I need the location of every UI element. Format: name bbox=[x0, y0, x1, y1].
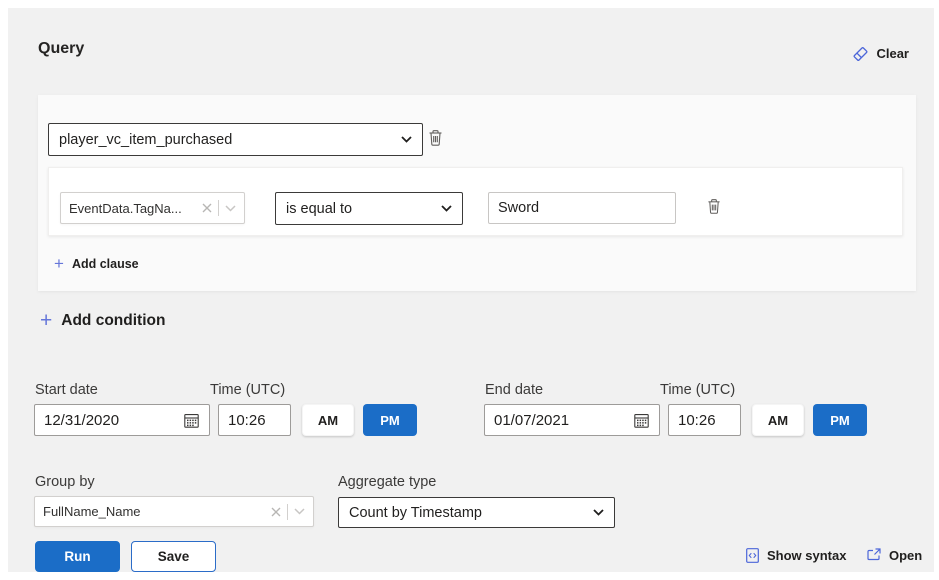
end-date-field bbox=[484, 404, 660, 436]
code-document-icon bbox=[745, 547, 760, 564]
start-time-input[interactable] bbox=[218, 404, 291, 436]
query-panel: Query Clear player_vc_item_purchased bbox=[8, 8, 934, 572]
end-time-label: Time (UTC) bbox=[660, 382, 735, 398]
show-syntax-label: Show syntax bbox=[767, 548, 846, 563]
x-dismiss-icon[interactable] bbox=[271, 507, 281, 517]
end-pm-button[interactable]: PM bbox=[813, 404, 867, 436]
page-title: Query bbox=[38, 40, 84, 58]
add-clause-label: Add clause bbox=[72, 257, 139, 271]
run-button[interactable]: Run bbox=[35, 541, 120, 572]
x-dismiss-icon[interactable] bbox=[202, 203, 212, 213]
add-condition-label: Add condition bbox=[61, 312, 165, 330]
aggregate-type-value: Count by Timestamp bbox=[349, 505, 482, 521]
start-time-label: Time (UTC) bbox=[210, 382, 285, 398]
group-by-value: FullName_Name bbox=[43, 504, 271, 519]
trash-icon bbox=[428, 129, 443, 147]
chevron-down-icon[interactable] bbox=[225, 205, 236, 212]
start-date-field bbox=[34, 404, 210, 436]
add-clause-button[interactable]: + Add clause bbox=[54, 254, 139, 274]
divider bbox=[218, 200, 219, 216]
divider bbox=[287, 504, 288, 520]
open-button[interactable]: Open bbox=[866, 547, 922, 563]
chevron-down-icon bbox=[593, 509, 604, 516]
delete-condition-button[interactable] bbox=[428, 129, 443, 147]
clause-value-input[interactable] bbox=[488, 192, 676, 224]
end-am-button[interactable]: AM bbox=[752, 404, 804, 436]
show-syntax-button[interactable]: Show syntax bbox=[745, 547, 846, 564]
aggregate-type-select[interactable]: Count by Timestamp bbox=[338, 497, 615, 528]
event-type-value: player_vc_item_purchased bbox=[59, 132, 232, 148]
chevron-down-icon bbox=[441, 205, 452, 212]
start-date-label: Start date bbox=[35, 382, 98, 398]
chevron-down-icon[interactable] bbox=[294, 508, 305, 515]
add-condition-button[interactable]: + Add condition bbox=[40, 309, 165, 333]
start-am-button[interactable]: AM bbox=[302, 404, 354, 436]
end-time-input[interactable] bbox=[668, 404, 741, 436]
chevron-down-icon bbox=[401, 136, 412, 143]
plus-icon: + bbox=[40, 309, 52, 333]
end-date-input[interactable] bbox=[494, 412, 633, 429]
delete-clause-button[interactable] bbox=[707, 198, 721, 215]
trash-icon bbox=[707, 198, 721, 215]
start-pm-button[interactable]: PM bbox=[363, 404, 417, 436]
clear-label: Clear bbox=[876, 46, 909, 61]
end-date-label: End date bbox=[485, 382, 543, 398]
save-button[interactable]: Save bbox=[131, 541, 216, 572]
open-external-icon bbox=[866, 547, 882, 563]
plus-icon: + bbox=[54, 254, 64, 274]
calendar-icon[interactable] bbox=[183, 412, 200, 429]
clause-operator-select[interactable]: is equal to bbox=[275, 192, 463, 225]
start-date-input[interactable] bbox=[44, 412, 183, 429]
clause-field-value: EventData.TagNa... bbox=[69, 201, 202, 216]
open-label: Open bbox=[889, 548, 922, 563]
aggregate-type-label: Aggregate type bbox=[338, 474, 436, 490]
eraser-icon bbox=[852, 45, 869, 62]
clear-button[interactable]: Clear bbox=[852, 45, 909, 62]
clause-field-combobox[interactable]: EventData.TagNa... bbox=[60, 192, 245, 224]
group-by-label: Group by bbox=[35, 474, 95, 490]
event-type-select[interactable]: player_vc_item_purchased bbox=[48, 123, 423, 156]
clause-operator-value: is equal to bbox=[286, 201, 352, 217]
group-by-combobox[interactable]: FullName_Name bbox=[34, 496, 314, 527]
calendar-icon[interactable] bbox=[633, 412, 650, 429]
